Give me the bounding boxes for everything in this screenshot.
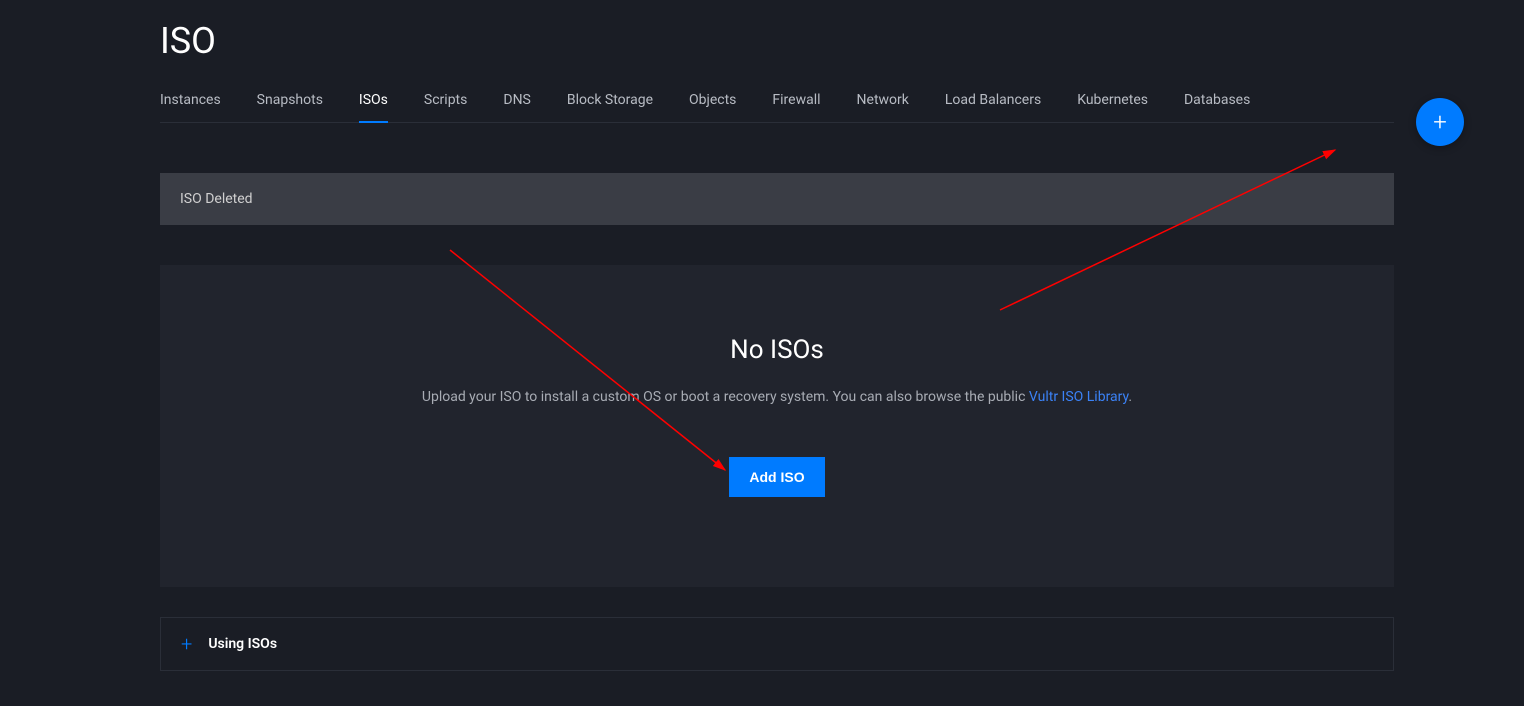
tab-databases[interactable]: Databases [1184,92,1250,122]
accordion-title: Using ISOs [208,636,277,652]
tab-load-balancers[interactable]: Load Balancers [945,92,1041,122]
iso-library-link[interactable]: Vultr ISO Library [1029,389,1129,405]
plus-icon: + [181,634,192,654]
tab-objects[interactable]: Objects [689,92,736,122]
empty-text-suffix: . [1128,389,1132,405]
tab-dns[interactable]: DNS [503,92,531,122]
empty-state-panel: No ISOs Upload your ISO to install a cus… [160,265,1394,587]
empty-heading: No ISOs [200,335,1354,365]
add-fab-button[interactable]: + [1416,98,1464,146]
add-iso-button[interactable]: Add ISO [729,457,824,497]
plus-icon: + [1433,110,1447,134]
tab-isos[interactable]: ISOs [359,92,388,122]
notification-banner: ISO Deleted [160,173,1394,225]
tab-snapshots[interactable]: Snapshots [257,92,323,122]
tab-kubernetes[interactable]: Kubernetes [1077,92,1148,122]
tab-network[interactable]: Network [857,92,909,122]
tab-instances[interactable]: Instances [160,92,221,122]
using-isos-accordion[interactable]: + Using ISOs [160,617,1394,671]
tab-scripts[interactable]: Scripts [424,92,467,122]
tabs-bar: Instances Snapshots ISOs Scripts DNS Block St… [160,92,1394,123]
tab-firewall[interactable]: Firewall [772,92,820,122]
page-title: ISO [160,0,1394,92]
empty-description: Upload your ISO to install a custom OS o… [200,389,1354,405]
empty-text-prefix: Upload your ISO to install a custom OS o… [422,389,1029,405]
notification-message: ISO Deleted [180,191,253,207]
tab-block-storage[interactable]: Block Storage [567,92,653,122]
